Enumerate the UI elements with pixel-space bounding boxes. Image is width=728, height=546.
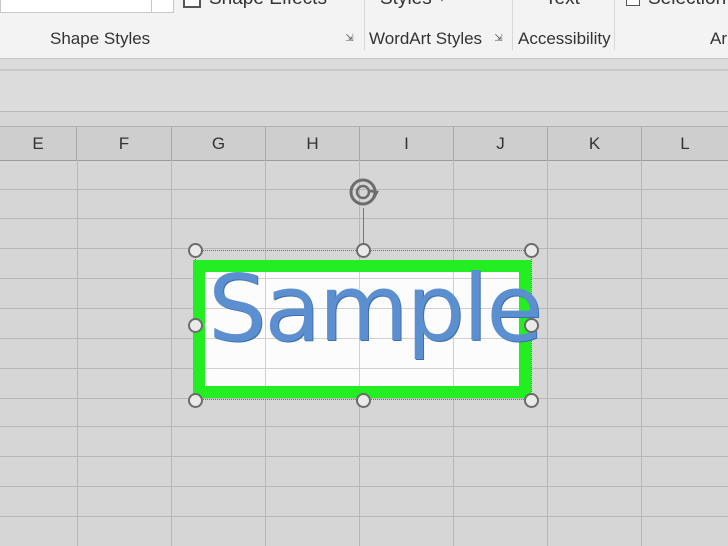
text-box-content[interactable]: Sample	[208, 254, 543, 364]
resize-handle-right[interactable]	[524, 318, 539, 333]
resize-handle-bottom-left[interactable]	[188, 393, 203, 408]
ribbon-separator	[364, 0, 365, 50]
wordart-styles-button[interactable]: Styles ▼ ٠٠	[380, 0, 473, 10]
formula-bar-area	[0, 59, 728, 112]
gridline-horizontal	[0, 516, 728, 517]
column-header-row: E F G H I J K L	[0, 126, 728, 161]
resize-handle-top[interactable]	[356, 243, 371, 258]
resize-handle-top-left[interactable]	[188, 243, 203, 258]
column-header-i[interactable]: I	[360, 127, 454, 160]
arrange-group-label: Ar	[710, 29, 727, 48]
ribbon: Shape Effects Styles ▼ ٠٠ Text Selection…	[0, 0, 728, 59]
column-header-h[interactable]: H	[266, 127, 360, 160]
resize-handle-bottom-right[interactable]	[524, 393, 539, 408]
selection-pane-icon	[626, 0, 640, 6]
wordart-styles-button-label: Styles	[380, 0, 432, 9]
resize-handle-top-right[interactable]	[524, 243, 539, 258]
column-header-l[interactable]: L	[642, 127, 728, 160]
gridline-horizontal	[0, 218, 728, 219]
dropdown-arrow-icon: ▼	[437, 0, 447, 4]
text-effects-icon[interactable]: ٠٠	[458, 0, 473, 6]
gallery-scroll-button[interactable]	[151, 0, 174, 12]
selection-pane-label: Selection	[648, 0, 726, 9]
column-header-j[interactable]: J	[454, 127, 548, 160]
wordart-styles-group-label: WordArt Styles	[369, 29, 483, 48]
text-box-highlight[interactable]: Sample	[193, 255, 543, 398]
shape-styles-gallery[interactable]	[0, 0, 174, 13]
selection-pane-button[interactable]: Selection	[626, 0, 726, 10]
resize-handle-bottom[interactable]	[356, 393, 371, 408]
gridline-horizontal	[0, 486, 728, 487]
resize-handle-left[interactable]	[188, 318, 203, 333]
column-header-e[interactable]: E	[0, 127, 77, 160]
inner-gridline	[205, 368, 519, 369]
gridline-horizontal	[0, 426, 728, 427]
formula-bar-divider	[0, 69, 728, 71]
shape-effects-label: Shape Effects	[209, 0, 327, 9]
accessibility-group-label: Accessibility	[518, 29, 611, 48]
dialog-launcher-icon[interactable]: ⇲	[344, 33, 355, 44]
column-header-g[interactable]: G	[172, 127, 266, 160]
ribbon-separator	[512, 0, 513, 50]
gridline-horizontal	[0, 456, 728, 457]
column-header-k[interactable]: K	[548, 127, 642, 160]
shape-styles-group-label: Shape Styles	[50, 29, 151, 48]
rotation-connector	[363, 208, 364, 243]
rotate-handle-icon[interactable]	[346, 175, 382, 211]
column-header-f[interactable]: F	[77, 127, 172, 160]
dialog-launcher-icon[interactable]: ⇲	[493, 33, 504, 44]
shape-effects-icon	[183, 0, 201, 8]
alt-text-button[interactable]: Text	[545, 0, 580, 10]
ribbon-separator	[614, 0, 615, 50]
shape-effects-button[interactable]: Shape Effects	[183, 0, 327, 10]
